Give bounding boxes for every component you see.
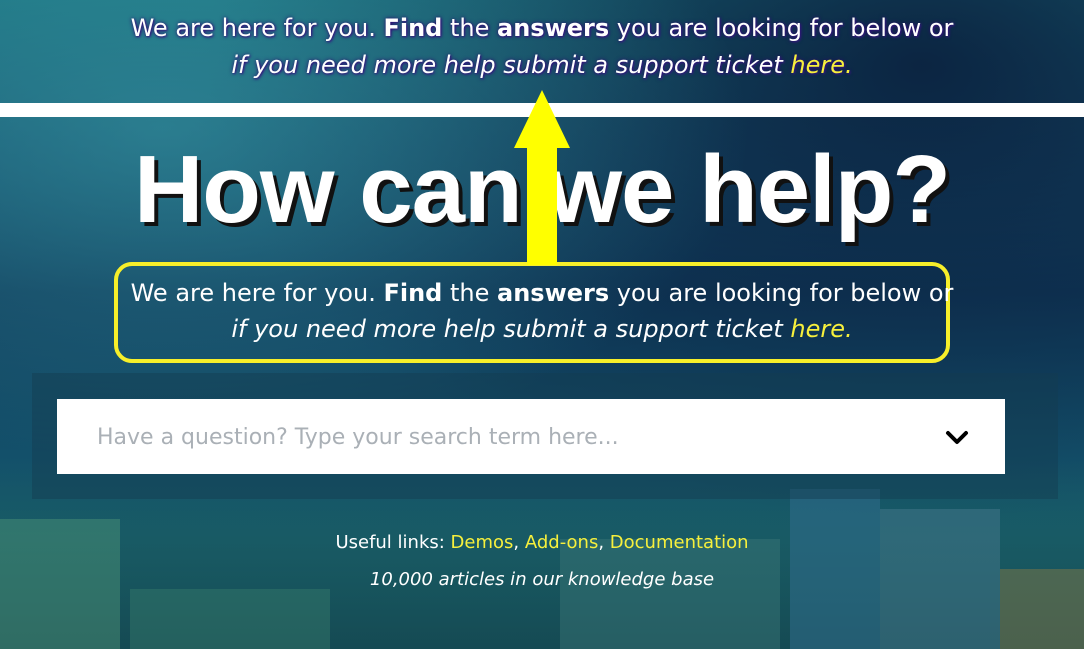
text: . — [845, 51, 853, 79]
zoomed-subtitle-line2: if you need more help submit a support t… — [0, 51, 1084, 79]
zoomed-subtitle-line1: We are here for you. Find the answers yo… — [0, 14, 1084, 42]
text: if you need more help submit a support t… — [231, 315, 791, 343]
useful-links-label: Useful links: — [335, 532, 451, 553]
title-bold: help? — [699, 136, 951, 243]
text: , — [513, 532, 525, 553]
find-text: Find — [383, 279, 443, 307]
here-link[interactable]: here — [790, 51, 845, 79]
text: , — [598, 532, 610, 553]
text: you are looking for below or — [609, 279, 954, 307]
article-count: 10,000 articles in our knowledge base — [369, 569, 715, 590]
building-shape — [130, 589, 330, 649]
subtitle: We are here for you. Find the answers yo… — [0, 279, 1084, 343]
documentation-link[interactable]: Documentation — [610, 532, 749, 553]
answers-text: answers — [497, 14, 610, 42]
subtitle-line1: We are here for you. Find the answers yo… — [0, 279, 1084, 307]
subtitle-line2: if you need more help submit a support t… — [0, 315, 1084, 343]
text: We are here for you. — [130, 279, 384, 307]
answers-text: answers — [497, 279, 610, 307]
search-box — [57, 399, 1005, 476]
title-regular: How can we — [133, 136, 700, 243]
chevron-down-icon[interactable] — [945, 425, 969, 449]
up-arrow-annotation-icon — [514, 90, 570, 265]
text: the — [442, 14, 497, 42]
text: We are here for you. — [130, 14, 384, 42]
support-ticket-link[interactable]: here. — [790, 315, 852, 343]
building-shape — [560, 539, 780, 649]
find-text: Find — [383, 14, 443, 42]
useful-links: Useful links: Demos, Add-ons, Documentat… — [0, 532, 1084, 553]
text: if you need more help submit a support t… — [231, 51, 791, 79]
add-ons-link[interactable]: Add-ons — [525, 532, 598, 553]
search-input[interactable] — [95, 399, 919, 476]
demos-link[interactable]: Demos — [451, 532, 514, 553]
zoomed-subtitle-strip: We are here for you. Find the answers yo… — [0, 0, 1084, 103]
text: you are looking for below or — [609, 14, 954, 42]
text: the — [442, 279, 497, 307]
